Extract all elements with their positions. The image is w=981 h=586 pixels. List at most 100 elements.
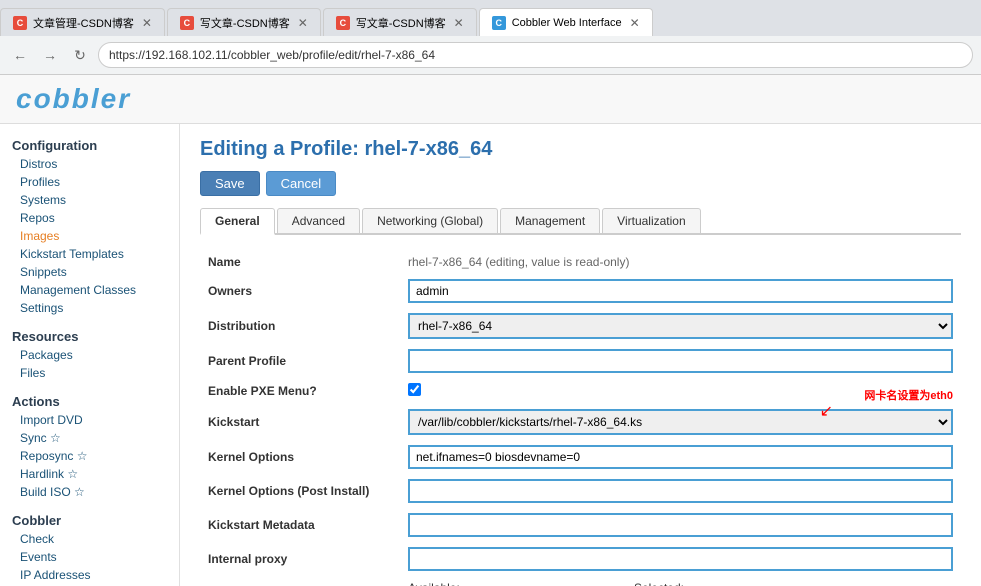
form-row: Namerhel-7-x86_64 (editing, value is rea… [200,249,961,274]
form-input-internal-proxy[interactable] [408,547,953,571]
form-input-parent-profile[interactable] [408,349,953,373]
action-buttons: Save Cancel [200,171,961,196]
form-value-cell [400,274,961,308]
page: cobbler ConfigurationDistrosProfilesSyst… [0,75,981,586]
cancel-button[interactable]: Cancel [266,171,336,196]
sidebar-link-repos[interactable]: Repos [0,209,179,227]
page-title: Editing a Profile: rhel-7-x86_64 [200,138,961,161]
form-label: Internal proxy [200,542,400,576]
form-value-cell: rhel-7-x86_64 (editing, value is read-on… [400,249,961,274]
form-value-cell [400,440,961,474]
form-label: Distribution [200,308,400,344]
form-value-cell: rhel-7-x86_64 [400,308,961,344]
tab-virtualization[interactable]: Virtualization [602,208,700,233]
sidebar-link-files[interactable]: Files [0,364,179,382]
sidebar-link-events[interactable]: Events [0,548,179,566]
sidebar-link-packages[interactable]: Packages [0,346,179,364]
sidebar-link-hardlink-☆[interactable]: Hardlink ☆ [0,465,179,483]
close-tab-button[interactable]: ✕ [630,16,640,30]
sidebar-link-ip-addresses[interactable]: IP Addresses [0,566,179,584]
browser-tab[interactable]: C 写文章-CSDN博客 ✕ [167,8,321,36]
sidebar-link-import-dvd[interactable]: Import DVD [0,411,179,429]
form-input-kernel-options-(post-install)[interactable] [408,479,953,503]
forward-button[interactable]: → [38,43,62,67]
tab-favicon-icon: C [336,16,350,30]
sidebar-link-systems[interactable]: Systems [0,191,179,209]
tabs-container: GeneralAdvancedNetworking (Global)Manage… [200,208,961,235]
browser-chrome: C 文章管理-CSDN博客 ✕ C 写文章-CSDN博客 ✕ C 写文章-CSDN博客 ✕ C Co… [0,0,981,75]
sidebar-link-management-classes[interactable]: Management Classes [0,281,179,299]
sidebar-section-title: Cobbler [0,509,179,530]
save-button[interactable]: Save [200,171,260,196]
form-row: Kernel Options [200,440,961,474]
tab-label: 文章管理-CSDN博客 [33,15,134,31]
tab-networking-(global)[interactable]: Networking (Global) [362,208,498,233]
address-bar: ← → ↻ [0,36,981,74]
tab-label: Cobbler Web Interface [512,17,622,29]
form-input-owners[interactable] [408,279,953,303]
sidebar-link-sync-☆[interactable]: Sync ☆ [0,429,179,447]
form-select-kickstart[interactable]: /var/lib/cobbler/kickstarts/rhel-7-x86_6… [408,409,953,435]
tab-favicon-icon: C [180,16,194,30]
annotation-text: 网卡名设置为eth0 [864,387,953,403]
form-row: Internal proxy [200,542,961,576]
tab-management[interactable]: Management [500,208,600,233]
close-tab-button[interactable]: ✕ [454,16,464,30]
sidebar-link-kickstart-templates[interactable]: Kickstart Templates [0,245,179,263]
form-label: Kickstart Metadata [200,508,400,542]
tab-label: 写文章-CSDN博客 [356,15,446,31]
form-row: Kernel Options (Post Install) [200,474,961,508]
back-button[interactable]: ← [8,43,32,67]
sidebar: ConfigurationDistrosProfilesSystemsRepos… [0,124,180,586]
main-content: Editing a Profile: rhel-7-x86_64 Save Ca… [180,124,981,586]
tab-bar: C 文章管理-CSDN博客 ✕ C 写文章-CSDN博客 ✕ C 写文章-CSDN博客 ✕ C Co… [0,0,981,36]
form-readonly-value: rhel-7-x86_64 (editing, value is read-on… [408,255,629,269]
refresh-button[interactable]: ↻ [68,43,92,67]
sidebar-link-distros[interactable]: Distros [0,155,179,173]
sidebar-link-check[interactable]: Check [0,530,179,548]
content: ConfigurationDistrosProfilesSystemsRepos… [0,124,981,586]
sidebar-link-profiles[interactable]: Profiles [0,173,179,191]
form-row: Distribution rhel-7-x86_64 [200,308,961,344]
form-label: Kernel Options (Post Install) [200,474,400,508]
cobbler-logo: cobbler [16,83,965,115]
header: cobbler [0,75,981,124]
close-tab-button[interactable]: ✕ [142,16,152,30]
form-row: Owners [200,274,961,308]
form-value-cell [400,474,961,508]
form-label: Owners [200,274,400,308]
sidebar-section-title: Actions [0,390,179,411]
browser-tab[interactable]: C 写文章-CSDN博客 ✕ [323,8,477,36]
tab-favicon-icon: C [13,16,27,30]
form-label: Kickstart [200,404,400,440]
address-input[interactable] [98,42,973,68]
form-table: Namerhel-7-x86_64 (editing, value is rea… [200,249,961,586]
form-checkbox-enable-pxe-menu?[interactable] [408,383,421,396]
form-row: Kickstart Metadata [200,508,961,542]
form-row: Enable PXE Menu? [200,378,961,404]
browser-tab[interactable]: C Cobbler Web Interface ✕ [479,8,653,36]
sidebar-link-reposync-☆[interactable]: Reposync ☆ [0,447,179,465]
form-select-distribution[interactable]: rhel-7-x86_64 [408,313,953,339]
repos-available-label: Available: [408,581,538,586]
form-row: Kickstart/var/lib/cobbler/kickstarts/rhe… [200,404,961,440]
form-input-kickstart-metadata[interactable] [408,513,953,537]
form-row: Parent Profile [200,344,961,378]
sidebar-link-settings[interactable]: Settings [0,299,179,317]
tab-general[interactable]: General [200,208,275,235]
sidebar-section-title: Resources [0,325,179,346]
tab-advanced[interactable]: Advanced [277,208,360,233]
sidebar-link-images[interactable]: Images [0,227,179,245]
repos-selected-label: Selected: [554,581,684,586]
tab-favicon-icon: C [492,16,506,30]
sidebar-link-snippets[interactable]: Snippets [0,263,179,281]
form-value-cell: /var/lib/cobbler/kickstarts/rhel-7-x86_6… [400,404,961,440]
form-label: Kernel Options [200,440,400,474]
sidebar-section-title: Configuration [0,134,179,155]
sidebar-link-build-iso-☆[interactable]: Build ISO ☆ [0,483,179,501]
browser-tab[interactable]: C 文章管理-CSDN博客 ✕ [0,8,165,36]
tab-label: 写文章-CSDN博客 [200,15,290,31]
close-tab-button[interactable]: ✕ [298,16,308,30]
form-input-kernel-options[interactable] [408,445,953,469]
form-value-cell [400,344,961,378]
